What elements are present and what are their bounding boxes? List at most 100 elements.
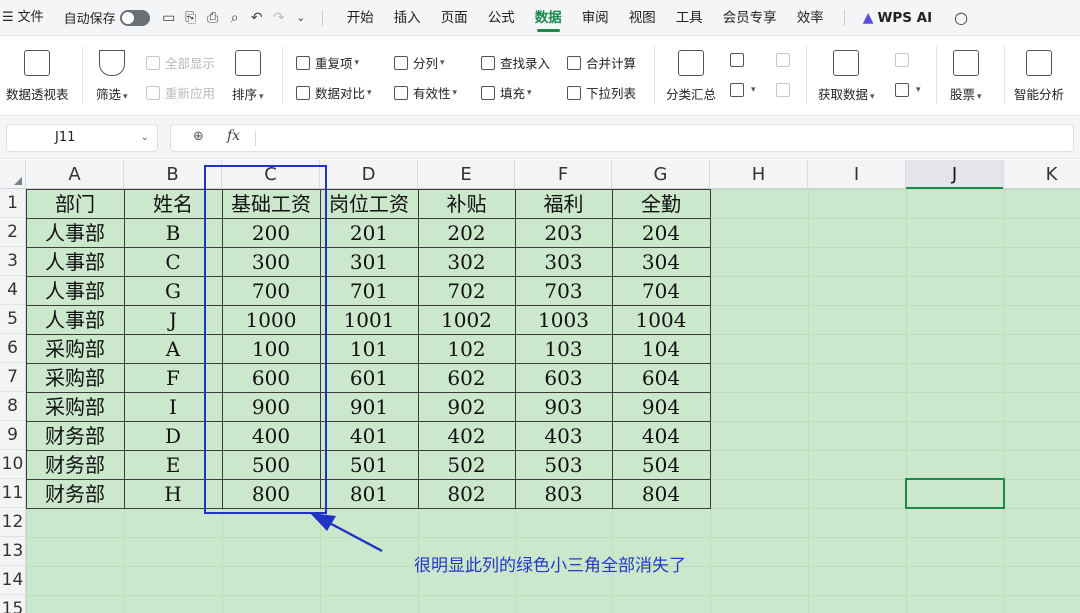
redo-icon[interactable]: ↷: [268, 10, 290, 26]
toggle-switch-icon[interactable]: [119, 9, 150, 26]
hide-detail-button[interactable]: [776, 83, 795, 97]
fill-button[interactable]: 填充 ▾: [481, 83, 532, 102]
share-icon[interactable]: ⎘: [180, 10, 202, 26]
show-detail-icon: [776, 53, 790, 67]
tab-data[interactable]: 数据: [525, 0, 572, 36]
menu-divider: [321, 9, 323, 26]
filter-icon: [98, 50, 125, 76]
name-box[interactable]: J11 ⌄: [6, 124, 158, 152]
sort-button[interactable]: 排序 ▾: [232, 50, 264, 103]
tab-review[interactable]: 审阅: [572, 0, 619, 36]
file-menu[interactable]: ☰ 文件: [0, 0, 50, 36]
tab-efficiency[interactable]: 效率: [787, 0, 834, 36]
wps-ai-button[interactable]: ▲ WPS AI: [863, 10, 932, 26]
menu-bar: ☰ 文件 自动保存 ▭ ⎘ ⎙ ⌕ ↶ ↷ ⌄ 开始 插入 页面 公式 数据 审…: [0, 0, 1080, 36]
duplicates-icon: [296, 55, 310, 70]
tab-insert[interactable]: 插入: [384, 0, 431, 36]
pivot-table-icon: [24, 50, 51, 76]
dropdown-list-button[interactable]: 下拉列表: [567, 83, 636, 102]
get-data-button[interactable]: 获取数据 ▾: [818, 50, 875, 103]
hamburger-icon: ☰: [2, 9, 14, 25]
fx-icon[interactable]: fx: [227, 128, 240, 144]
text-to-columns-icon: [394, 55, 408, 70]
show-detail-button[interactable]: [776, 53, 795, 67]
group-icon: [730, 53, 744, 67]
ribbon-divider: [654, 46, 655, 104]
refresh-icon: [895, 83, 909, 97]
ribbon-divider: [282, 46, 283, 104]
get-data-label: 获取数据 ▾: [818, 87, 875, 102]
formula-divider: [255, 131, 256, 146]
subtotal-icon: [678, 50, 704, 76]
hide-detail-icon: [776, 83, 790, 97]
chevron-down-icon[interactable]: ⌄: [141, 125, 149, 151]
refresh-button[interactable]: ▾: [895, 83, 921, 97]
formula-input[interactable]: ⊕ fx: [170, 124, 1074, 152]
subtotal-label: 分类汇总: [666, 87, 717, 102]
link-icon: [895, 53, 909, 67]
duplicates-button[interactable]: 重复项 ▾: [296, 53, 359, 72]
filter-label: 筛选 ▾: [96, 87, 128, 102]
sort-icon: [234, 50, 261, 76]
file-menu-label: 文件: [17, 9, 44, 25]
save-icon[interactable]: ▭: [158, 10, 180, 26]
annotation-arrow: [310, 513, 383, 553]
autosave-label: 自动保存: [63, 12, 116, 27]
validity-button[interactable]: 有效性 ▾: [394, 83, 457, 102]
name-box-value: J11: [55, 130, 76, 145]
print-icon[interactable]: ⎙: [202, 10, 224, 26]
tab-formula[interactable]: 公式: [478, 0, 525, 36]
ungroup-icon: [730, 83, 744, 97]
tab-page[interactable]: 页面: [431, 0, 478, 36]
data-compare-icon: [296, 85, 310, 100]
ribbon-toolbar: 数据透视表 筛选 ▾ 全部显示 重新应用 排序 ▾ 重复项 ▾ 数据对比 ▾ 分列 ▾ 有…: [0, 36, 1080, 116]
smart-analysis-button[interactable]: 智能分析: [1014, 50, 1064, 103]
tab-home[interactable]: 开始: [337, 0, 384, 36]
print-preview-icon[interactable]: ⌕: [224, 10, 246, 26]
lookup-entry-button[interactable]: 查找录入: [481, 53, 550, 72]
search-icon[interactable]: ○: [954, 8, 968, 27]
reapply-button[interactable]: 重新应用: [146, 83, 215, 102]
group-button[interactable]: [730, 53, 749, 67]
show-all-button[interactable]: 全部显示: [146, 53, 215, 72]
spreadsheet-grid[interactable]: A B C D E F G H I J K 1 2 3 4 5 6 7 8 9 10 11 12 13 14 15 部门 姓名 基础工资…: [0, 160, 1080, 613]
validity-icon: [394, 85, 408, 100]
data-compare-button[interactable]: 数据对比 ▾: [296, 83, 372, 102]
fill-icon: [481, 85, 495, 100]
stocks-button[interactable]: 股票 ▾: [950, 50, 982, 103]
show-all-icon: [146, 55, 160, 70]
filter-button[interactable]: 筛选 ▾: [96, 50, 128, 103]
sort-label: 排序 ▾: [232, 87, 264, 102]
tab-member[interactable]: 会员专享: [713, 0, 787, 36]
menu-divider: [843, 9, 845, 26]
smart-analysis-label: 智能分析: [1014, 87, 1065, 102]
get-data-icon: [833, 50, 860, 76]
subtotal-button[interactable]: 分类汇总: [666, 50, 716, 103]
ribbon-divider: [82, 46, 83, 104]
annotation-text: 很明显此列的绿色小三角全部消失了: [414, 556, 686, 576]
link-button[interactable]: [895, 53, 914, 67]
ungroup-button[interactable]: ▾: [730, 83, 756, 97]
ribbon-tabs: 开始 插入 页面 公式 数据 审阅 视图 工具 会员专享 效率: [337, 0, 834, 36]
wps-ai-label: WPS AI: [877, 9, 933, 26]
tab-view[interactable]: 视图: [619, 0, 666, 36]
consolidate-icon: [567, 55, 581, 70]
autosave-toggle[interactable]: 自动保存: [64, 8, 150, 27]
quick-access-toolbar: ▭ ⎘ ⎙ ⌕ ↶ ↷ ⌄: [158, 10, 312, 26]
chevron-down-icon[interactable]: ⌄: [290, 11, 312, 24]
consolidate-button[interactable]: 合并计算: [567, 53, 636, 72]
formula-bar: J11 ⌄ ⊕ fx: [0, 117, 1080, 159]
lookup-entry-icon: [481, 55, 495, 70]
ribbon-divider: [1004, 46, 1005, 104]
ribbon-divider: [806, 46, 807, 104]
smart-analysis-icon: [1026, 50, 1052, 76]
reapply-icon: [146, 85, 160, 100]
wps-ai-logo-icon: ▲: [862, 9, 874, 26]
pivot-table-button[interactable]: 数据透视表: [6, 50, 69, 103]
zoom-icon[interactable]: ⊕: [193, 129, 204, 144]
undo-icon[interactable]: ↶: [246, 10, 268, 26]
text-to-columns-button[interactable]: 分列 ▾: [394, 53, 445, 72]
pivot-table-label: 数据透视表: [6, 87, 69, 102]
dropdown-list-icon: [567, 85, 581, 100]
tab-tools[interactable]: 工具: [666, 0, 713, 36]
